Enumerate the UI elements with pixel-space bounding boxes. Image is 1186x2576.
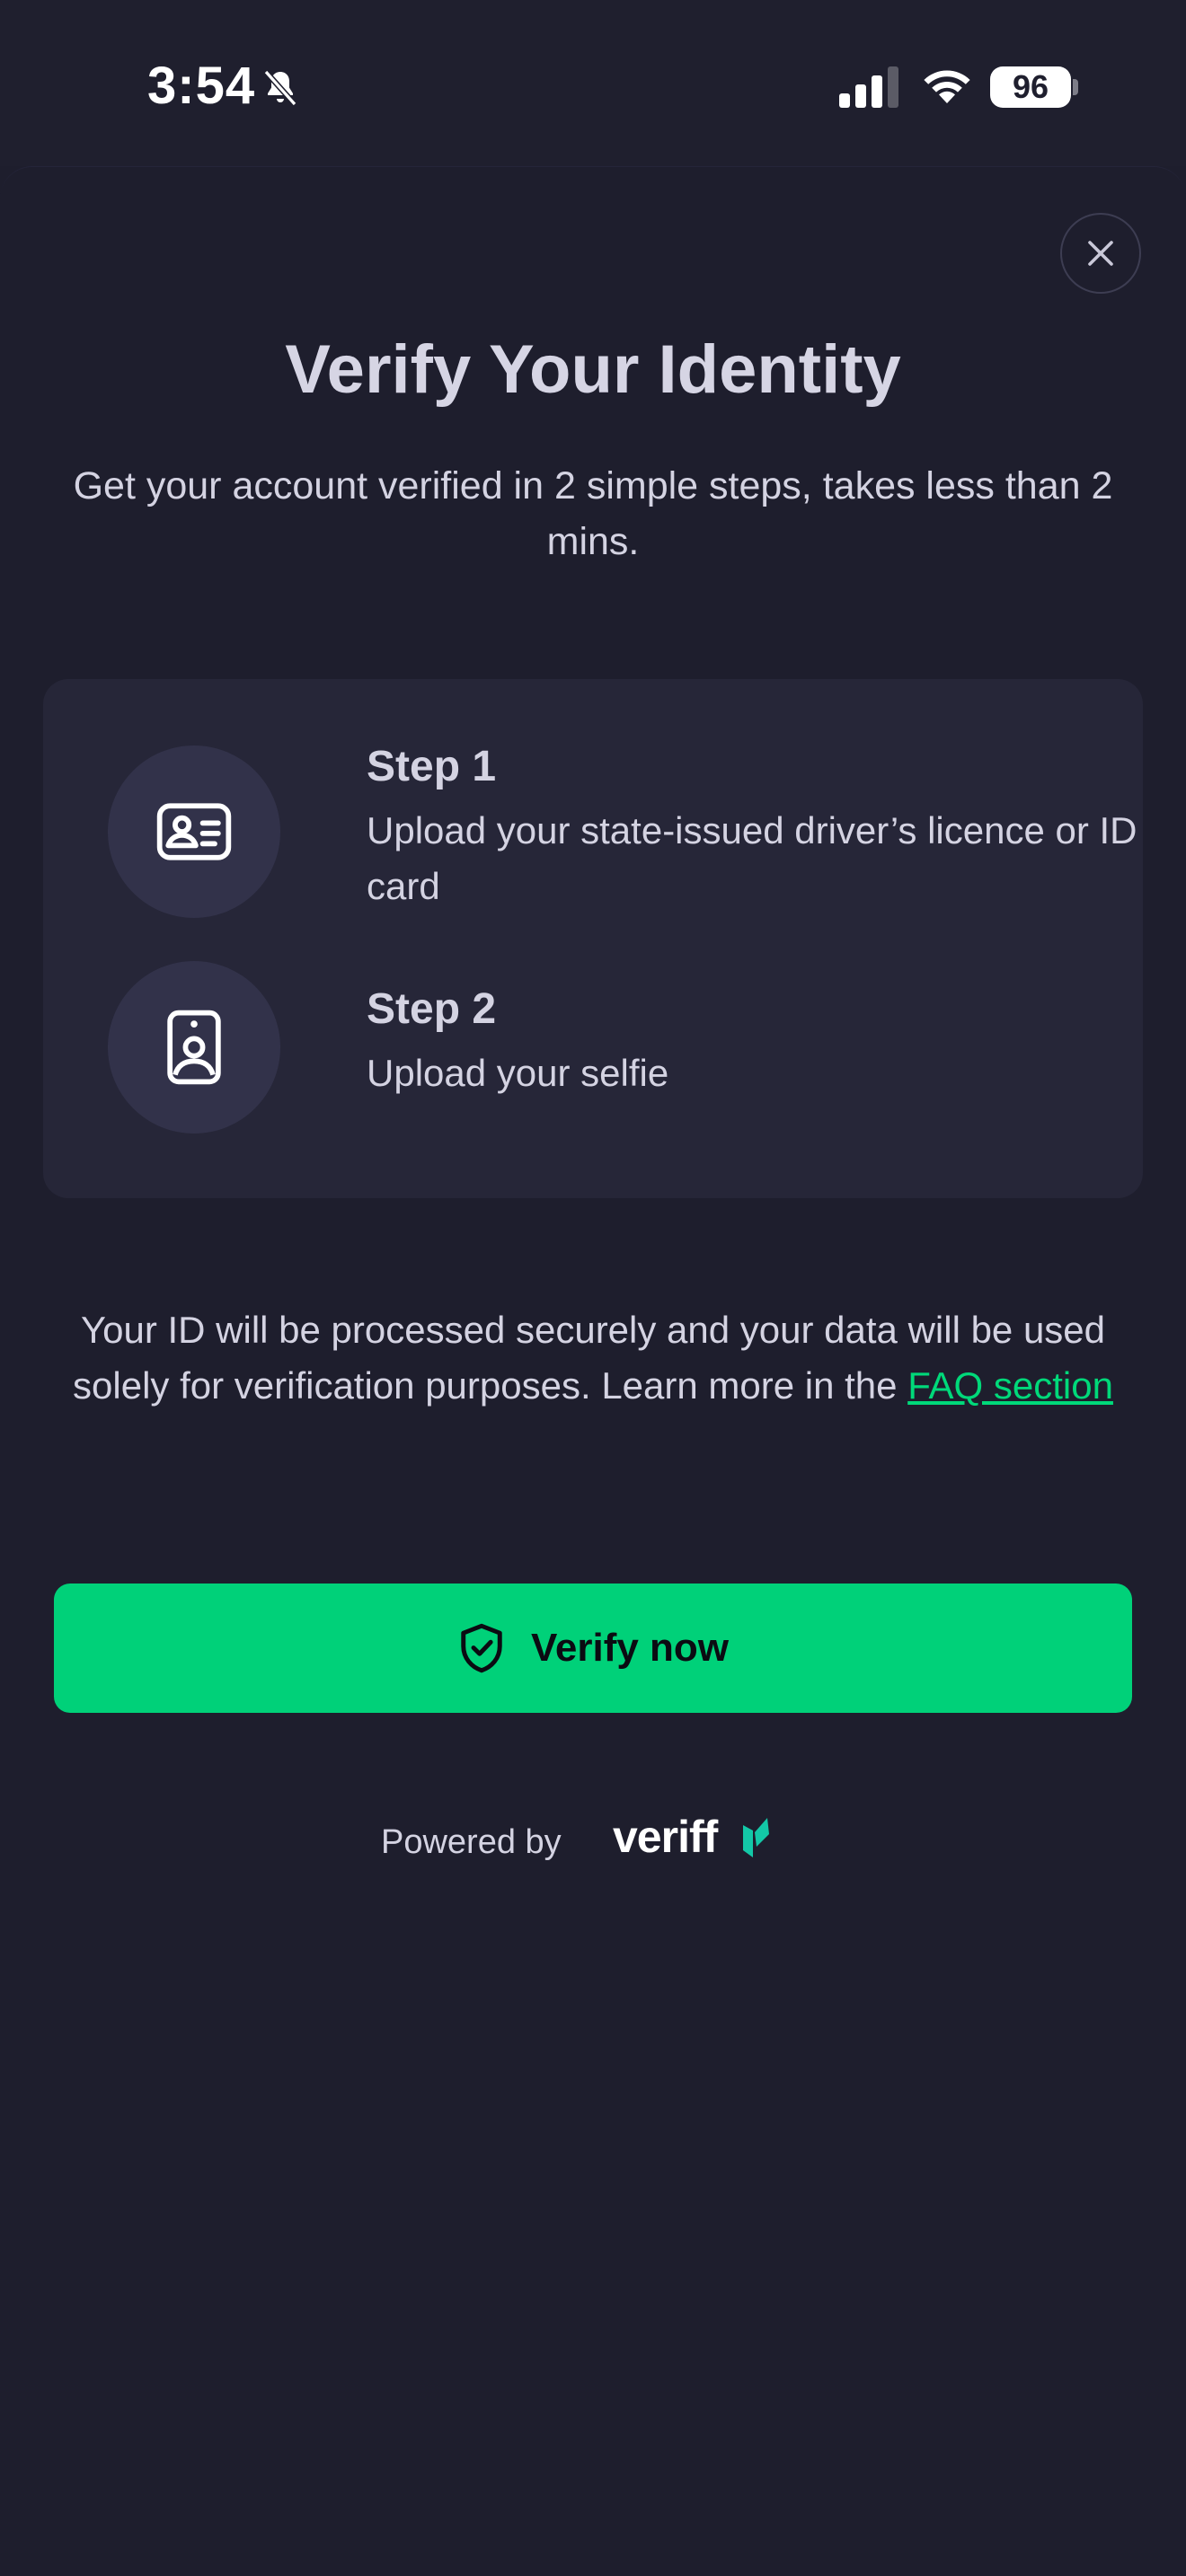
cellular-signal-icon bbox=[839, 66, 898, 108]
battery-nub bbox=[1073, 79, 1078, 95]
faq-section-link[interactable]: FAQ section bbox=[907, 1364, 1113, 1407]
verify-now-label: Verify now bbox=[530, 1626, 730, 1670]
battery-indicator: 96 bbox=[990, 66, 1071, 108]
step-2-description: Upload your selfie bbox=[367, 1052, 669, 1094]
page-subtitle: Get your account verified in 2 simple st… bbox=[73, 464, 1113, 563]
page-title: Verify Your Identity bbox=[285, 331, 901, 408]
verify-now-button[interactable]: Verify now bbox=[54, 1584, 1132, 1713]
svg-text:veriff: veriff bbox=[613, 1812, 719, 1862]
wifi-icon bbox=[924, 70, 970, 103]
shield-check-icon bbox=[461, 1623, 502, 1673]
selfie-badge-icon bbox=[167, 1010, 221, 1085]
steps-card: Step 1 Upload your state-issued driver’s… bbox=[43, 679, 1143, 1198]
close-icon bbox=[1088, 241, 1113, 266]
step-1-title: Step 1 bbox=[367, 743, 497, 790]
step-2-icon-circle bbox=[108, 961, 280, 1134]
step-1-description: Upload your state-issued driver’s licenc… bbox=[367, 809, 1137, 907]
powered-by-label: Powered by bbox=[381, 1823, 562, 1861]
bell-slash-icon bbox=[263, 69, 297, 107]
id-card-icon bbox=[156, 803, 232, 860]
close-button[interactable] bbox=[1060, 213, 1141, 294]
privacy-notice: Your ID will be processed securely and y… bbox=[36, 1302, 1150, 1414]
status-time: 3:54 bbox=[147, 57, 256, 115]
step-2-title: Step 2 bbox=[367, 985, 497, 1033]
step-1-icon-circle bbox=[108, 745, 280, 918]
status-bar: 3:54 96 bbox=[0, 0, 1186, 166]
veriff-logo: veriff bbox=[613, 1812, 769, 1862]
